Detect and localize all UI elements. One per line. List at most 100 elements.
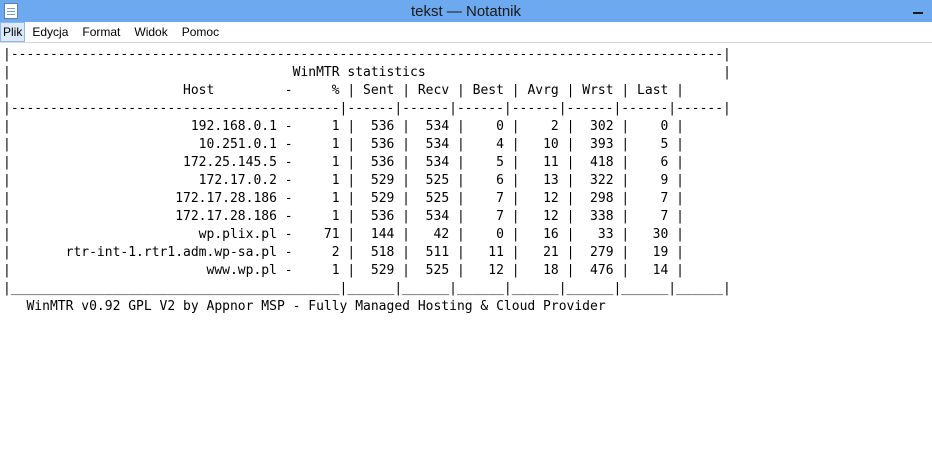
cell-recv: 525 [410,191,450,206]
cell-host: 10.251.0.1 [10,137,277,152]
cell-wrst: 33 [574,227,614,242]
cell-sent: 529 [355,191,395,206]
menu-bar: Plik Edycja Format Widok Pomoc [0,22,932,43]
winmtr-report-text: |---------------------------------------… [3,47,731,314]
cell-wrst: 338 [574,209,614,224]
cell-recv: 534 [410,119,450,134]
column-header-recv: Recv [410,83,450,98]
cell-recv: 511 [410,245,450,260]
cell-last: 7 [629,209,669,224]
cell-best: 11 [464,245,504,260]
cell-avrg: 13 [519,173,559,188]
cell-wrst: 393 [574,137,614,152]
cell-dash: - [284,119,293,134]
cell-recv: 534 [410,209,450,224]
cell-sent: 144 [355,227,395,242]
column-header-wrst: Wrst [574,83,614,98]
cell-best: 6 [464,173,504,188]
cell-dash: - [284,227,293,242]
cell-best: 0 [464,119,504,134]
cell-avrg: 2 [519,119,559,134]
cell-sent: 536 [355,209,395,224]
cell-dash: - [284,209,293,224]
menu-file[interactable]: Plik [0,22,26,42]
column-header-last: Last [629,83,669,98]
cell-wrst: 298 [574,191,614,206]
cell-host: 172.17.28.186 [10,191,277,206]
minimize-icon [913,12,923,14]
cell-loss: 1 [300,119,340,134]
cell-recv: 534 [410,137,450,152]
cell-avrg: 18 [519,263,559,278]
cell-host: 172.17.0.2 [10,173,277,188]
table-row: 172.25.145.5 - 1 | 536 | 534 | 5 | 11 | … [10,155,684,170]
cell-avrg: 16 [519,227,559,242]
cell-avrg: 12 [519,191,559,206]
cell-host: 172.25.145.5 [10,155,277,170]
cell-wrst: 279 [574,245,614,260]
table-row: wp.plix.pl - 71 | 144 | 42 | 0 | 16 | 33… [10,227,684,242]
cell-loss: 1 [300,155,340,170]
cell-avrg: 12 [519,209,559,224]
column-header-best: Best [464,83,504,98]
menu-format[interactable]: Format [75,22,127,42]
cell-avrg: 11 [519,155,559,170]
cell-last: 6 [629,155,669,170]
cell-loss: 1 [300,173,340,188]
cell-last: 9 [629,173,669,188]
cell-avrg: 21 [519,245,559,260]
cell-sent: 529 [355,173,395,188]
cell-recv: 42 [410,227,450,242]
cell-wrst: 476 [574,263,614,278]
notepad-icon[interactable] [4,3,18,19]
cell-best: 5 [464,155,504,170]
cell-wrst: 418 [574,155,614,170]
cell-sent: 536 [355,119,395,134]
cell-host: 192.168.0.1 [10,119,277,134]
cell-avrg: 10 [519,137,559,152]
cell-loss: 1 [300,137,340,152]
menu-view[interactable]: Widok [127,22,174,42]
cell-loss: 1 [300,263,340,278]
cell-host: 172.17.28.186 [10,209,277,224]
title-bar[interactable]: tekst — Notatnik [0,0,932,22]
table-row: 172.17.28.186 - 1 | 536 | 534 | 7 | 12 |… [10,209,684,224]
cell-sent: 518 [355,245,395,260]
cell-loss: 71 [300,227,340,242]
cell-sent: 529 [355,263,395,278]
cell-loss: 2 [300,245,340,260]
cell-dash: - [284,245,293,260]
minimize-button[interactable] [910,3,926,19]
text-editor-area[interactable]: |---------------------------------------… [0,43,932,460]
table-row: rtr-int-1.rtr1.adm.wp-sa.pl - 2 | 518 | … [10,245,684,260]
cell-best: 12 [464,263,504,278]
column-header-dash: - [284,83,293,98]
table-row: 192.168.0.1 - 1 | 536 | 534 | 0 | 2 | 30… [10,119,684,134]
cell-host: wp.plix.pl [10,227,277,242]
cell-last: 7 [629,191,669,206]
cell-dash: - [284,191,293,206]
table-row: 172.17.0.2 - 1 | 529 | 525 | 6 | 13 | 32… [10,173,684,188]
menu-help[interactable]: Pomoc [175,22,226,42]
cell-dash: - [284,155,293,170]
table-row: 172.17.28.186 - 1 | 529 | 525 | 7 | 12 |… [10,191,684,206]
cell-dash: - [284,137,293,152]
menu-edit[interactable]: Edycja [25,22,75,42]
report-footer: WinMTR v0.92 GPL V2 by Appnor MSP - Full… [26,299,606,314]
cell-wrst: 302 [574,119,614,134]
cell-recv: 525 [410,263,450,278]
cell-best: 7 [464,191,504,206]
cell-host: rtr-int-1.rtr1.adm.wp-sa.pl [10,245,277,260]
cell-best: 4 [464,137,504,152]
column-header-host: Host [10,83,215,98]
cell-best: 7 [464,209,504,224]
cell-last: 30 [629,227,669,242]
cell-last: 19 [629,245,669,260]
cell-dash: - [284,173,293,188]
cell-best: 0 [464,227,504,242]
cell-sent: 536 [355,137,395,152]
column-header-loss: % [300,83,340,98]
table-row: www.wp.pl - 1 | 529 | 525 | 12 | 18 | 47… [10,263,684,278]
column-header-avrg: Avrg [519,83,559,98]
cell-recv: 534 [410,155,450,170]
